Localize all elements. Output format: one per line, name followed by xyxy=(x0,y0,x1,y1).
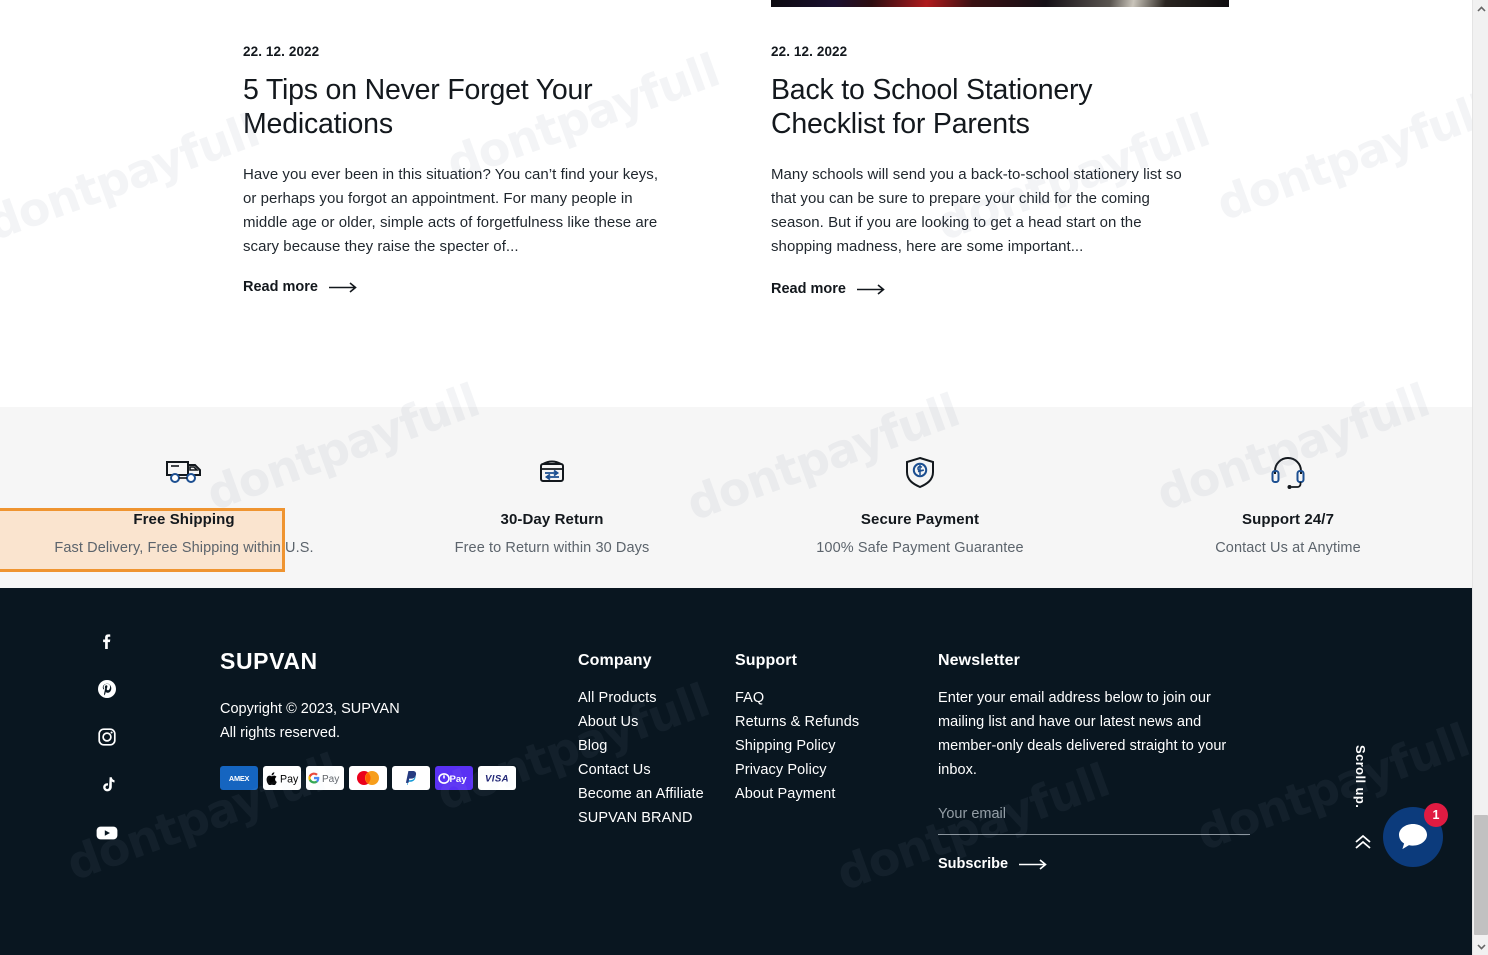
arrow-right-icon xyxy=(1019,858,1047,870)
footer-link-faq[interactable]: FAQ xyxy=(735,686,910,710)
newsletter-description: Enter your email address below to join o… xyxy=(938,690,1227,778)
footer-link-become-an-affiliate[interactable]: Become an Affiliate xyxy=(578,782,743,806)
column-heading: Support xyxy=(735,652,798,669)
pinterest-icon[interactable] xyxy=(96,678,118,700)
brand-name: SUPVAN xyxy=(220,648,318,674)
copyright-line-1: Copyright © 2023, SUPVAN xyxy=(220,701,400,717)
subscribe-label: Subscribe xyxy=(938,856,1009,872)
apple-pay-icon: Pay xyxy=(263,766,301,790)
footer-link-about-payment[interactable]: About Payment xyxy=(735,782,910,806)
feature-30-day-return: 30-Day Return Free to Return within 30 D… xyxy=(368,407,736,588)
footer-link-returns-refunds[interactable]: Returns & Refunds xyxy=(735,710,910,734)
feature-subtitle: Contact Us at Anytime xyxy=(1215,540,1361,556)
headset-icon xyxy=(1269,451,1307,493)
blog-posts-section: 22. 12. 2022 5 Tips on Never Forget Your… xyxy=(0,0,1472,407)
footer-link-about-us[interactable]: About Us xyxy=(578,710,743,734)
visa-icon: VISA xyxy=(478,766,516,790)
arrow-right-icon xyxy=(328,281,357,293)
shield-dollar-icon xyxy=(904,451,936,493)
footer-link-blog[interactable]: Blog xyxy=(578,734,743,758)
read-more-label: Read more xyxy=(771,281,846,297)
social-links xyxy=(96,630,118,844)
footer-link-shipping-policy[interactable]: Shipping Policy xyxy=(735,734,910,758)
payment-methods: AMEX Pay Pay Pay VISA xyxy=(220,766,550,790)
paypal-icon xyxy=(392,766,430,790)
feature-support-247: Support 24/7 Contact Us at Anytime xyxy=(1104,407,1472,588)
svg-text:VISA: VISA xyxy=(485,774,509,784)
delivery-truck-icon xyxy=(164,451,204,493)
site-footer: SUPVAN Copyright © 2023, SUPVAN All righ… xyxy=(0,588,1472,955)
footer-column-support: Support FAQ Returns & Refunds Shipping P… xyxy=(735,652,910,806)
scrollbar-up-arrow[interactable] xyxy=(1473,0,1488,17)
instagram-icon[interactable] xyxy=(96,726,118,748)
read-more-link[interactable]: Read more xyxy=(243,279,358,295)
return-box-icon xyxy=(535,451,569,493)
google-pay-icon: Pay xyxy=(306,766,344,790)
blog-post-card[interactable]: 22. 12. 2022 5 Tips on Never Forget Your… xyxy=(243,44,663,296)
support-link-list: FAQ Returns & Refunds Shipping Policy Pr… xyxy=(735,686,910,806)
feature-subtitle: 100% Safe Payment Guarantee xyxy=(816,540,1024,556)
post-excerpt: Have you ever been in this situation? Yo… xyxy=(243,166,659,255)
read-more-label: Read more xyxy=(243,279,318,295)
footer-column-company: Company All Products About Us Blog Conta… xyxy=(578,652,743,830)
arrow-right-icon xyxy=(856,283,885,295)
feature-free-shipping: Free Shipping Fast Delivery, Free Shippi… xyxy=(0,407,368,588)
svg-text:Pay: Pay xyxy=(322,774,339,785)
subscribe-button[interactable]: Subscribe xyxy=(938,856,1048,872)
feature-secure-payment: Secure Payment 100% Safe Payment Guarant… xyxy=(736,407,1104,588)
read-more-link[interactable]: Read more xyxy=(771,281,886,297)
newsletter-section: Newsletter Enter your email address belo… xyxy=(938,652,1250,873)
column-heading: Company xyxy=(578,652,652,669)
tiktok-icon[interactable] xyxy=(96,774,118,796)
copyright-line-2: All rights reserved. xyxy=(220,725,341,741)
post-excerpt: Many schools will send you a back-to-sch… xyxy=(771,166,1182,255)
youtube-icon[interactable] xyxy=(96,822,118,844)
feature-title: Support 24/7 xyxy=(1241,511,1335,528)
shop-pay-icon: Pay xyxy=(435,766,473,790)
company-link-list: All Products About Us Blog Contact Us Be… xyxy=(578,686,743,830)
svg-text:AMEX: AMEX xyxy=(229,774,250,783)
scrollbar-thumb[interactable] xyxy=(1474,815,1488,935)
footer-link-privacy-policy[interactable]: Privacy Policy xyxy=(735,758,910,782)
post-title[interactable]: 5 Tips on Never Forget Your Medications xyxy=(243,73,663,141)
footer-link-contact-us[interactable]: Contact Us xyxy=(578,758,743,782)
svg-text:Pay: Pay xyxy=(280,773,299,785)
post-hero-image xyxy=(771,0,1229,7)
feature-title: Secure Payment xyxy=(860,511,980,528)
footer-right-edge xyxy=(1456,588,1472,955)
amex-icon: AMEX xyxy=(220,766,258,790)
post-date: 22. 12. 2022 xyxy=(243,44,320,59)
chat-bubble-icon xyxy=(1399,824,1427,850)
svg-text:Pay: Pay xyxy=(450,774,468,785)
email-input[interactable] xyxy=(938,803,1250,835)
scroll-up-label[interactable]: Scroll up. xyxy=(1353,745,1368,808)
feature-title: 30-Day Return xyxy=(500,511,604,528)
chat-unread-badge: 1 xyxy=(1424,803,1448,827)
feature-title: Free Shipping xyxy=(133,511,235,528)
facebook-icon[interactable] xyxy=(96,630,118,652)
scrollbar-down-arrow[interactable] xyxy=(1473,938,1488,955)
copyright-text: Copyright © 2023, SUPVAN All rights rese… xyxy=(220,697,550,745)
page-root: 22. 12. 2022 5 Tips on Never Forget Your… xyxy=(0,0,1488,955)
footer-link-all-products[interactable]: All Products xyxy=(578,686,743,710)
feature-subtitle: Free to Return within 30 Days xyxy=(454,540,650,556)
footer-brand: SUPVAN Copyright © 2023, SUPVAN All righ… xyxy=(220,648,550,790)
mastercard-icon xyxy=(349,766,387,790)
trust-features-band: Free Shipping Fast Delivery, Free Shippi… xyxy=(0,407,1472,588)
feature-subtitle: Fast Delivery, Free Shipping within U.S. xyxy=(54,540,314,556)
footer-link-supvan-brand[interactable]: SUPVAN BRAND xyxy=(578,806,743,830)
page-scrollbar[interactable] xyxy=(1472,0,1488,955)
post-title[interactable]: Back to School Stationery Checklist for … xyxy=(771,73,1191,141)
blog-post-card[interactable]: 22. 12. 2022 Back to School Stationery C… xyxy=(771,44,1191,298)
chevron-up-icon[interactable] xyxy=(1353,833,1373,856)
post-date: 22. 12. 2022 xyxy=(771,44,848,59)
newsletter-heading: Newsletter xyxy=(938,652,1020,669)
